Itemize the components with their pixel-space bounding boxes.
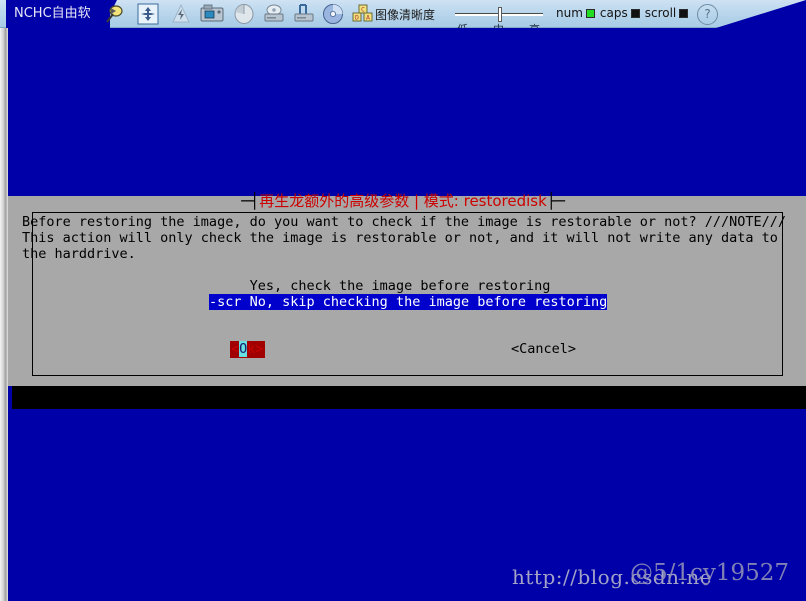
camera-icon[interactable] <box>200 3 224 25</box>
scroll-lock-label: scroll <box>644 6 677 20</box>
ok-button[interactable]: <Ok> <box>230 341 265 358</box>
menu-item-yes-label: Yes, check the image before restoring <box>249 278 551 294</box>
svg-text:A: A <box>366 14 370 22</box>
dialog-menu-list: Yes, check the image before restoring -s… <box>0 278 806 310</box>
sharpness-slider[interactable]: 低 中 高 <box>455 4 543 36</box>
dialog-title-dash-left: ─┤ <box>241 192 260 210</box>
slider-thumb[interactable] <box>498 7 502 22</box>
num-lock-label: num <box>556 6 583 20</box>
caps-lock-indicator <box>630 9 640 18</box>
move-arrows-icon[interactable] <box>137 3 159 25</box>
dialog-button-row: <Ok> <Cancel> <box>0 341 806 359</box>
screen-root: NCHC自由软 C D A 图像清晰度 num caps scroll ? ─┤… <box>0 0 806 601</box>
menu-item-no-flag: -scr <box>209 294 250 310</box>
body-line-3: the harddrive. <box>22 246 136 262</box>
cd-drive-icon[interactable] <box>262 3 284 25</box>
session-title-tab[interactable]: NCHC自由软 <box>6 0 110 28</box>
keyboard-icon[interactable]: C D A <box>352 3 374 25</box>
floppy-drive-icon[interactable] <box>292 3 314 25</box>
caps-lock-label: caps <box>599 6 628 20</box>
body-line-2: This action will only check the image is… <box>22 230 778 246</box>
menu-item-yes-check[interactable]: Yes, check the image before restoring <box>0 278 806 294</box>
dialog-title: ─┤再生龙额外的高级参数 | 模式: restoredisk├─ <box>0 190 806 211</box>
menu-item-no-skip[interactable]: -scr No, skip checking the image before … <box>209 294 607 310</box>
console-black-band <box>12 386 806 409</box>
lightning-icon[interactable] <box>170 3 192 25</box>
remote-control-toolbar: NCHC自由软 C D A 图像清晰度 num caps scroll ? <box>0 0 806 36</box>
svg-text:D: D <box>355 14 359 22</box>
scroll-lock-indicator <box>679 9 689 18</box>
toolbar-right-slant <box>716 0 806 28</box>
num-lock-indicator <box>585 9 595 18</box>
ok-button-bracket-left: < <box>231 341 240 357</box>
menu-item-yes-flag <box>209 278 250 294</box>
sharpness-label: 图像清晰度 <box>375 8 436 22</box>
body-line-1: Before restoring the image, do you want … <box>22 214 787 230</box>
mouse-pointer-icon[interactable] <box>103 3 125 25</box>
dialog-body-text: Before restoring the image, do you want … <box>22 214 792 262</box>
dialog-title-text: 再生龙额外的高级参数 | 模式: restoredisk <box>259 192 547 210</box>
help-icon[interactable]: ? <box>697 4 718 25</box>
left-scroll-rail[interactable] <box>0 28 8 601</box>
disc-icon[interactable] <box>322 3 344 25</box>
menu-item-no-label: No, skip checking the image before resto… <box>249 294 608 310</box>
dialog-title-dash-right: ├─ <box>546 192 565 210</box>
svg-text:C: C <box>361 6 365 14</box>
mouse-device-icon[interactable] <box>232 3 254 25</box>
cancel-button[interactable]: <Cancel> <box>511 341 576 358</box>
keyboard-led-group: num caps scroll <box>556 6 693 20</box>
ok-button-bracket-right: > <box>255 341 264 357</box>
